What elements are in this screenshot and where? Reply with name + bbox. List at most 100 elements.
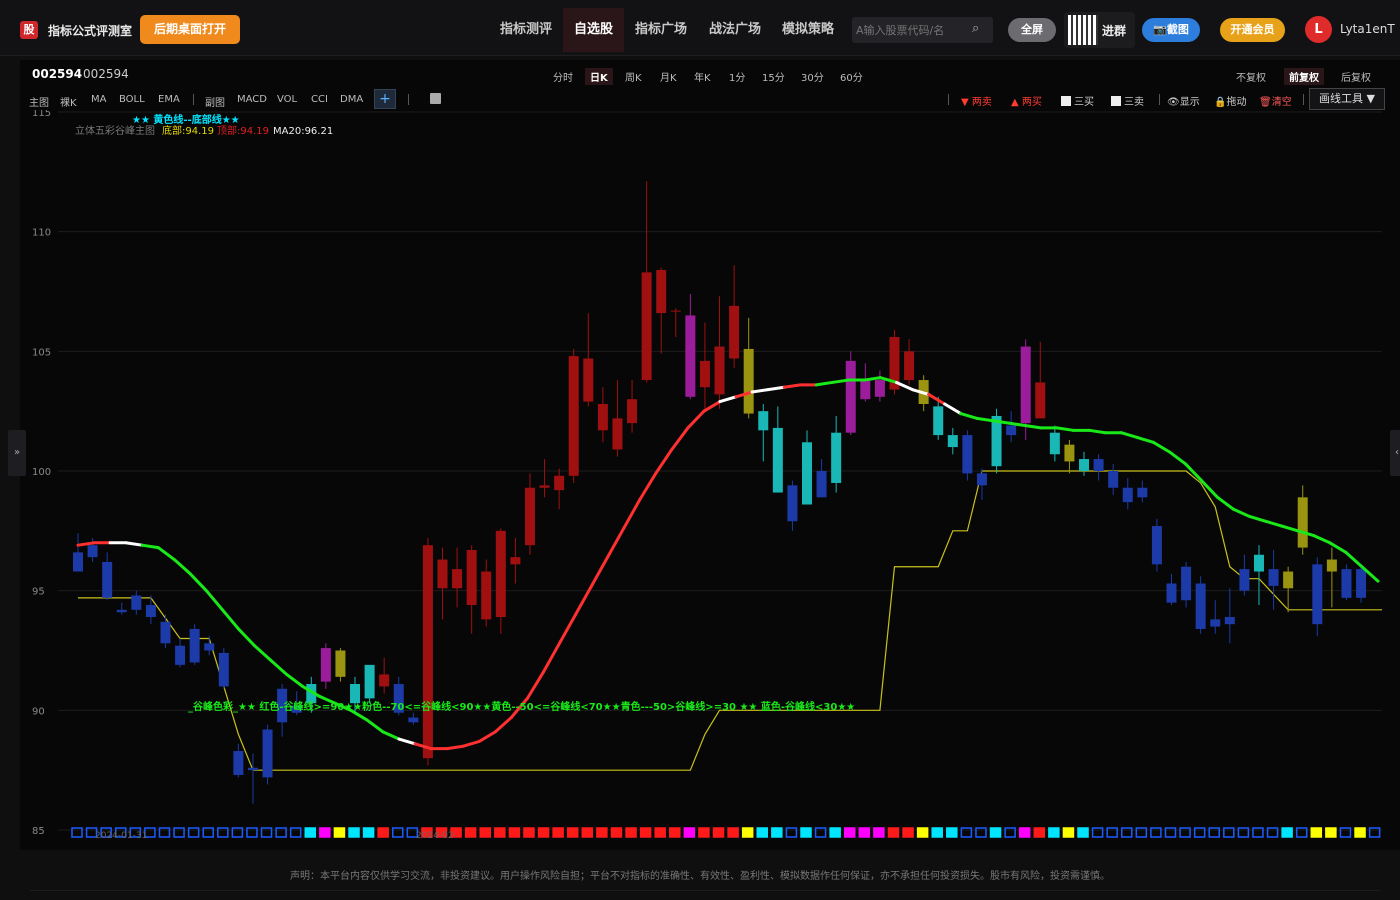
join-group-label: 进群	[1102, 24, 1127, 38]
screenshot-button[interactable]: 📷截图	[1142, 18, 1200, 42]
signal-square	[960, 827, 973, 838]
candle-body	[87, 545, 98, 558]
nav-simulation[interactable]: 模拟策略	[771, 8, 845, 52]
ma20-segment	[766, 385, 786, 392]
candle-body	[1079, 459, 1090, 471]
candle-body	[1297, 497, 1308, 548]
period-60min[interactable]: 60分	[835, 68, 868, 85]
signal-square	[362, 827, 375, 838]
draw-tools-dropdown[interactable]: 画线工具 ▼	[1309, 88, 1385, 110]
ma20-segment	[541, 641, 561, 674]
ind-dma[interactable]: DMA	[340, 94, 363, 105]
ma20-segment	[622, 498, 642, 530]
ma20-segment	[557, 613, 578, 645]
nav-watchlist[interactable]: 自选股	[563, 8, 625, 52]
ma20-segment	[461, 739, 481, 748]
signal-square	[741, 827, 754, 838]
right-panel-toggle[interactable]: ‹	[1390, 430, 1400, 476]
signal-square	[260, 827, 273, 838]
ma20-segment	[927, 392, 947, 406]
tool-three-sell[interactable]: 三卖	[1111, 93, 1144, 108]
ind-boll[interactable]: BOLL	[119, 94, 145, 105]
period-weekly[interactable]: 周K	[620, 68, 647, 85]
open-desktop-button[interactable]: 后期桌面打开	[140, 15, 240, 44]
tool-show[interactable]: 👁显示	[1167, 93, 1200, 108]
signal-square	[187, 827, 200, 838]
avatar[interactable]: L	[1305, 16, 1332, 43]
ma20-segment	[718, 395, 738, 404]
candle-body	[116, 609, 127, 613]
tool-clear[interactable]: 🗑清空	[1259, 93, 1292, 108]
signal-square	[1193, 827, 1206, 838]
adjust-forward[interactable]: 前复权	[1284, 68, 1324, 85]
candle-body	[729, 305, 740, 359]
period-intraday[interactable]: 分时	[548, 68, 578, 85]
signal-square	[931, 827, 943, 838]
candle-body	[685, 315, 696, 397]
period-15min[interactable]: 15分	[757, 68, 790, 85]
tool-two-buy[interactable]: ▲ 两买	[1011, 93, 1042, 108]
tool-drag[interactable]: 🔒拖动	[1214, 93, 1246, 108]
candle-body	[787, 485, 798, 522]
search-input[interactable]	[856, 21, 966, 39]
adjust-backward[interactable]: 后复权	[1336, 68, 1376, 85]
signal-square	[771, 827, 783, 838]
signal-square	[1106, 827, 1118, 838]
tool-three-buy[interactable]: 三买	[1061, 93, 1094, 108]
signal-square	[596, 827, 608, 838]
candle-body	[1326, 559, 1337, 572]
tool-two-sell[interactable]: ▼ 两卖	[961, 93, 992, 108]
signal-square	[1164, 827, 1177, 838]
fullscreen-button[interactable]: 全屏	[1008, 18, 1056, 42]
ind-sub[interactable]: 副图	[205, 94, 225, 109]
ind-cci[interactable]: CCI	[311, 94, 328, 105]
add-indicator-button[interactable]: +	[374, 89, 396, 109]
nav-strategy-square[interactable]: 战法广场	[698, 8, 772, 52]
save-icon[interactable]	[430, 93, 441, 104]
signal-square	[158, 827, 171, 838]
ma20-segment	[1344, 550, 1364, 569]
period-30min[interactable]: 30分	[796, 68, 829, 85]
signal-square	[625, 827, 637, 838]
candle-body	[758, 411, 769, 431]
ind-ema[interactable]: EMA	[158, 94, 180, 105]
nav-indicator-review[interactable]: 指标测评	[489, 8, 563, 52]
candle-body	[583, 358, 594, 402]
signal-square	[1252, 827, 1264, 838]
period-daily[interactable]: 日K	[585, 68, 613, 85]
chart-icon	[1061, 96, 1071, 106]
signal-square	[698, 827, 710, 838]
ind-vol[interactable]: VOL	[277, 94, 297, 105]
signal-square	[654, 827, 666, 838]
ind-main[interactable]: 主图	[29, 94, 49, 109]
candle-body	[539, 485, 550, 488]
period-yearly[interactable]: 年K	[689, 68, 716, 85]
y-tick-label: 100	[32, 467, 51, 478]
candle-body	[481, 571, 492, 620]
candle-body	[510, 557, 521, 565]
search-icon[interactable]: ⌕	[972, 21, 979, 36]
ind-ma[interactable]: MA	[91, 94, 106, 105]
nav-indicator-square[interactable]: 指标广场	[624, 8, 698, 52]
ma20-segment	[750, 388, 770, 394]
candle-body	[364, 664, 375, 699]
candle-body	[495, 530, 506, 617]
y-tick-label: 90	[32, 706, 45, 717]
vip-button[interactable]: 开通会员	[1220, 18, 1285, 42]
signal-square	[1018, 827, 1031, 838]
y-tick-label: 110	[32, 228, 51, 239]
qr-code-icon	[1068, 15, 1098, 45]
period-monthly[interactable]: 月K	[655, 68, 682, 85]
period-1min[interactable]: 1分	[724, 68, 750, 85]
adjust-none[interactable]: 不复权	[1231, 68, 1271, 85]
tool-three-buy-label: 三买	[1074, 97, 1094, 108]
support-line	[78, 470, 1382, 771]
legend-support-line: ★★ 黄色线--底部线★★	[132, 113, 240, 126]
kline-chart[interactable]: 85 90 95 100 105 110 115 2024-01-31 2024-02- ★★ 黄…	[20, 110, 1382, 840]
ma20-segment	[365, 718, 385, 734]
ind-macd[interactable]: MACD	[237, 94, 267, 105]
candle-body	[204, 643, 215, 651]
ind-bare-k[interactable]: 裸K	[60, 94, 77, 109]
username[interactable]: Lyta1enT	[1340, 22, 1395, 36]
join-group-box[interactable]: 进群	[1064, 12, 1135, 48]
